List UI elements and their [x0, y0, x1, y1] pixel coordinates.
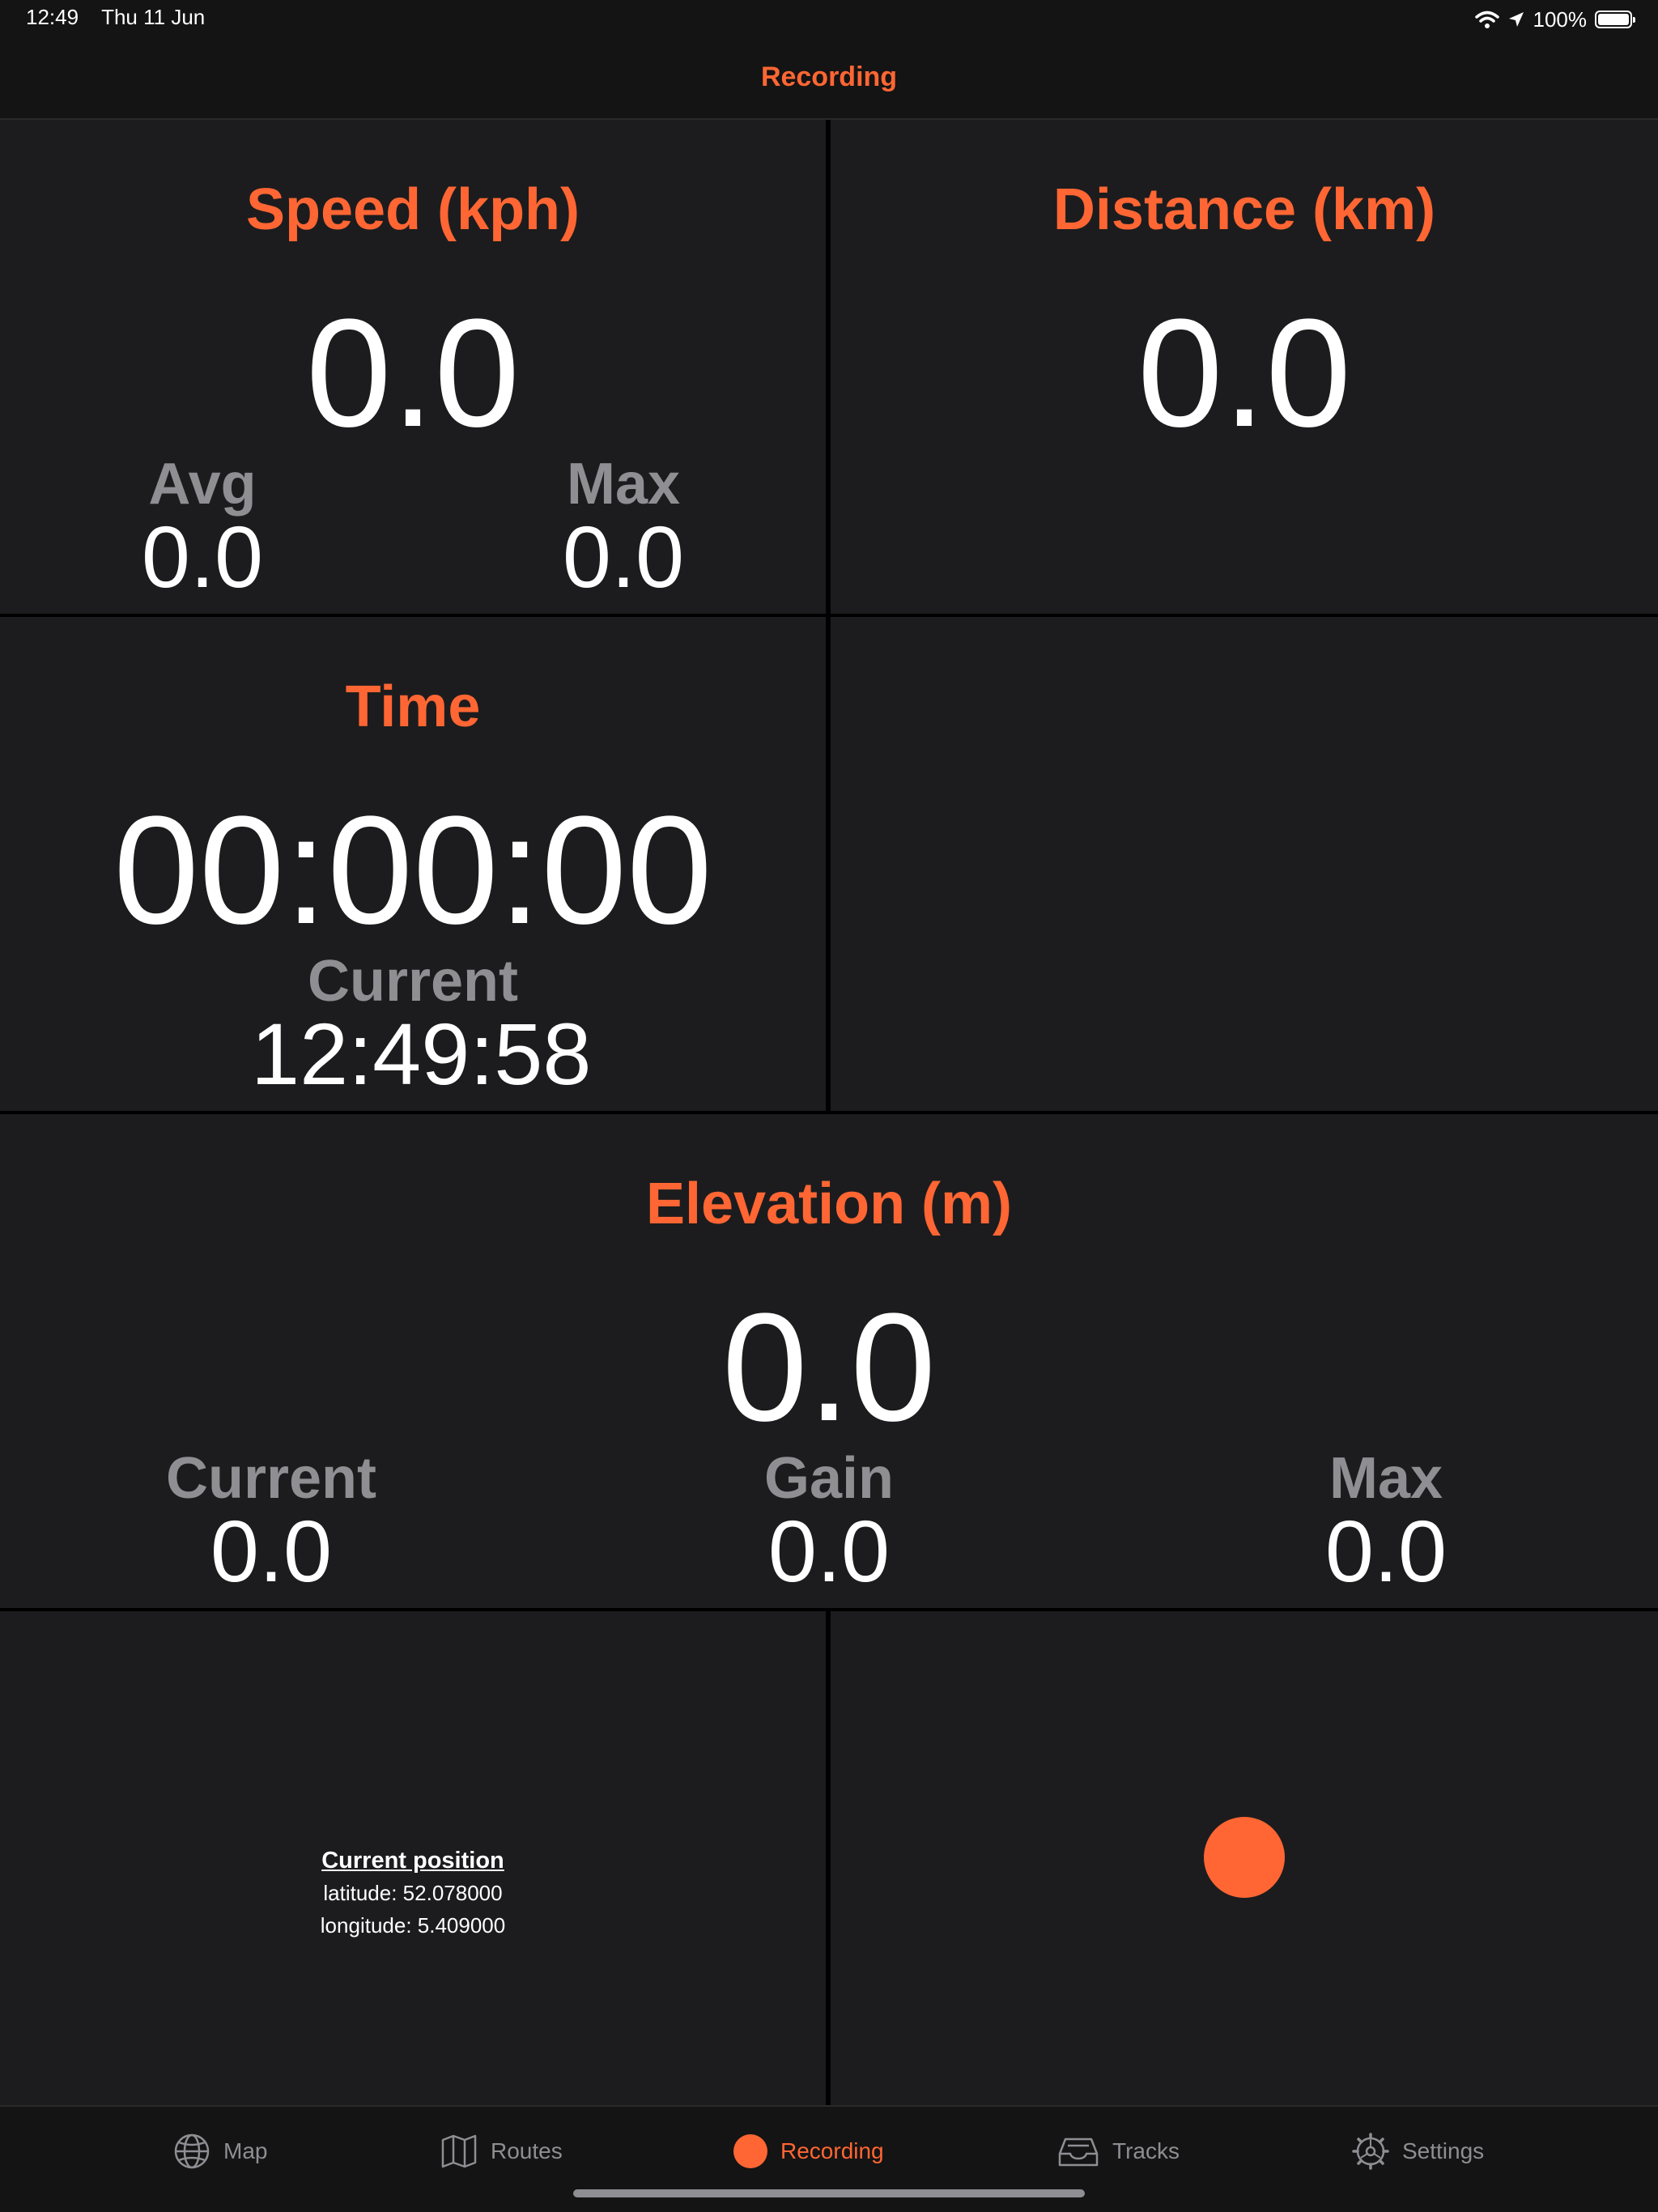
tab-settings-label: Settings: [1402, 2138, 1485, 2163]
tab-tracks-label: Tracks: [1112, 2138, 1180, 2163]
home-indicator: [573, 2189, 1085, 2197]
speed-max-label: Max: [566, 452, 681, 517]
speed-avg-value: 0.0: [141, 508, 264, 606]
position-info: Current position latitude: 52.078000 lon…: [0, 1844, 826, 1942]
speed-value: 0.0: [305, 287, 521, 459]
nav-title: Recording: [760, 62, 898, 92]
record-dot-icon: [733, 2134, 767, 2168]
elevation-current: Current 0.0: [109, 1449, 433, 1595]
time-current-label: Current: [307, 949, 518, 1014]
speed-max-value: 0.0: [562, 508, 685, 606]
record-panel: [831, 1611, 1658, 2105]
status-bar: 12:49 Thu 11 Jun 100%: [0, 0, 1658, 39]
longitude-text: longitude: 5.409000: [320, 1913, 506, 1938]
elevation-title: Elevation (m): [645, 1172, 1013, 1236]
speed-panel: Speed (kph) 0.0 Avg 0.0 Max 0.0: [0, 120, 826, 614]
gear-icon: [1352, 2133, 1389, 2170]
status-time: 12:49: [26, 5, 79, 29]
distance-value: 0.0: [1137, 287, 1352, 459]
distance-title: Distance (km): [1052, 177, 1436, 242]
elevation-gain-value: 0.0: [767, 1502, 891, 1600]
time-current-value: 12:49:58: [251, 1005, 592, 1103]
elevation-max-value: 0.0: [1324, 1502, 1448, 1600]
elevation-current-value: 0.0: [210, 1502, 333, 1600]
position-title: Current position: [321, 1848, 504, 1874]
position-panel: Current position latitude: 52.078000 lon…: [0, 1611, 826, 2105]
tab-recording-label: Recording: [780, 2138, 884, 2163]
tab-map[interactable]: Map: [173, 2131, 267, 2172]
globe-icon: [174, 2133, 210, 2169]
empty-panel: [831, 617, 1658, 1111]
status-date: Thu 11 Jun: [101, 5, 206, 29]
distance-panel: Distance (km) 0.0: [831, 120, 1658, 614]
speed-avg: Avg 0.0: [40, 455, 364, 601]
elevation-max: Max 0.0: [1224, 1449, 1548, 1595]
map-icon: [441, 2134, 477, 2168]
tab-routes-label: Routes: [491, 2138, 563, 2163]
record-button[interactable]: [1204, 1817, 1285, 1898]
wifi-icon: [1474, 11, 1499, 28]
battery-percent: 100%: [1533, 6, 1588, 32]
navigation-bar: Recording: [0, 39, 1658, 120]
elevation-value: 0.0: [721, 1282, 937, 1453]
elevation-current-label: Current: [165, 1446, 376, 1511]
tab-tracks[interactable]: Tracks: [1057, 2131, 1180, 2172]
elevation-gain: Gain 0.0: [667, 1449, 991, 1595]
elevation-max-label: Max: [1329, 1446, 1443, 1511]
battery-icon: [1595, 11, 1635, 28]
elevation-panel: Elevation (m) 0.0 Current 0.0 Gain 0.0 M…: [0, 1114, 1658, 1608]
tray-icon: [1058, 2138, 1099, 2167]
location-arrow-icon: [1508, 12, 1524, 27]
dashboard-grid: Speed (kph) 0.0 Avg 0.0 Max 0.0 Distance…: [0, 120, 1658, 2105]
speed-avg-label: Avg: [148, 452, 257, 517]
tab-recording[interactable]: Recording: [733, 2131, 884, 2172]
tab-routes[interactable]: Routes: [440, 2131, 563, 2172]
time-title: Time: [345, 674, 481, 739]
time-panel: Time 00:00:00 Current 12:49:58: [0, 617, 826, 1111]
time-current: Current 12:49:58: [251, 949, 592, 1103]
speed-title: Speed (kph): [245, 177, 580, 242]
speed-max: Max 0.0: [461, 455, 785, 601]
elevation-gain-label: Gain: [763, 1446, 895, 1511]
time-elapsed-value: 00:00:00: [113, 785, 712, 956]
tab-map-label: Map: [223, 2138, 268, 2163]
tab-settings[interactable]: Settings: [1352, 2131, 1484, 2172]
latitude-text: latitude: 52.078000: [323, 1881, 503, 1905]
